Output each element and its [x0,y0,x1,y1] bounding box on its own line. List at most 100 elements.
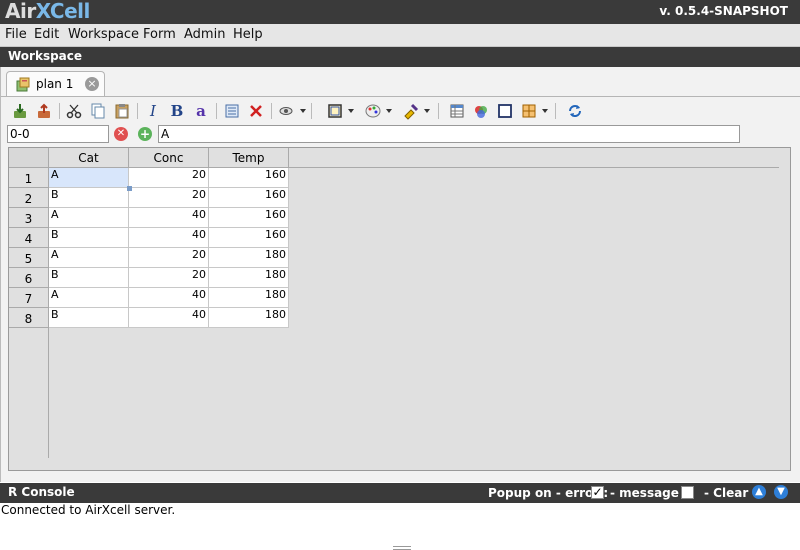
table-cell[interactable]: 20 [129,188,209,208]
table-icon[interactable] [448,102,466,120]
fill-color-icon[interactable] [402,102,420,120]
tab-plan-1[interactable]: plan 1 × [6,71,105,97]
console-bar: R Console Popup on - error : ✓ - message… [0,483,800,503]
row-header[interactable]: 1 [9,168,49,188]
bold-icon[interactable]: B [168,102,186,120]
table-cell[interactable]: 20 [129,268,209,288]
cell-reference-input[interactable]: 0-0 [7,125,109,143]
list-icon[interactable] [223,102,241,120]
font-color-icon[interactable]: a [192,102,210,120]
delete-icon[interactable] [247,102,265,120]
table-cell[interactable]: A [49,288,129,308]
menu-file[interactable]: File [5,27,27,42]
export-icon[interactable] [35,102,53,120]
chevron-down-icon[interactable] [300,109,306,113]
menu-bar: File Edit Workspace Form Admin Help [0,24,800,47]
import-icon[interactable] [11,102,29,120]
table-cell[interactable]: 180 [209,288,289,308]
table-cell[interactable]: 180 [209,308,289,328]
table-cell[interactable]: 160 [209,188,289,208]
table-cell[interactable]: 40 [129,288,209,308]
toolbar-separator [216,103,217,119]
border-icon[interactable] [326,102,344,120]
workspace-header: Workspace [0,47,800,67]
popup-message-label: - message : [610,486,688,500]
toolbar-separator [555,103,556,119]
cut-icon[interactable] [65,102,83,120]
workspace-title: Workspace [8,49,83,63]
arrow-down-icon[interactable]: ▼ [774,485,788,499]
title-bar: AirXCell v. 0.5.4-SNAPSHOT [0,0,800,24]
accept-edit-icon[interactable]: + [138,127,152,141]
table-cell[interactable]: 180 [209,268,289,288]
view-icon[interactable] [278,102,296,120]
menu-help[interactable]: Help [233,27,263,42]
toolbar-separator [438,103,439,119]
popup-error-checkbox[interactable]: ✓ [591,486,604,499]
close-icon[interactable]: × [85,77,99,91]
chevron-down-icon[interactable] [348,109,354,113]
menu-workspace[interactable]: Workspace [68,27,139,42]
app-logo: AirXCell [5,0,90,23]
table-cell[interactable]: 160 [209,208,289,228]
chart-icon[interactable] [472,102,490,120]
toolbar-separator [59,103,60,119]
toolbar-separator [311,103,312,119]
table-cell[interactable]: B [49,228,129,248]
row-header[interactable]: 2 [9,188,49,208]
chevron-down-icon[interactable] [386,109,392,113]
table-cell[interactable]: 40 [129,208,209,228]
table-cell[interactable]: A [49,168,129,188]
popup-message-checkbox[interactable] [681,486,694,499]
row-header[interactable]: 7 [9,288,49,308]
workspace-panel: plan 1 × I B a 0-0 ✕ + A Cat Conc Temp 1… [0,67,800,550]
table-cell[interactable]: A [49,208,129,228]
table-cell[interactable]: 40 [129,308,209,328]
formula-input[interactable]: A [158,125,740,143]
grid-corner[interactable] [9,148,49,168]
paste-icon[interactable] [113,102,131,120]
menu-admin[interactable]: Admin [184,27,225,42]
fill-handle[interactable] [127,186,132,191]
menu-form[interactable]: Form [143,27,176,42]
column-header-temp[interactable]: Temp [209,148,289,168]
table-cell[interactable]: B [49,308,129,328]
copy-icon[interactable] [89,102,107,120]
clear-button[interactable]: - Clear [704,486,748,500]
table-cell[interactable]: 20 [129,168,209,188]
spreadsheet-icon [15,77,31,96]
table-cell[interactable]: 20 [129,248,209,268]
chevron-down-icon[interactable] [542,109,548,113]
arrow-up-icon[interactable]: ▲ [752,485,766,499]
frame-icon[interactable] [496,102,514,120]
spreadsheet-grid: Cat Conc Temp 1 A 20 160 2 B 20 160 3 A 40 160 4 B 40 1… [8,147,791,471]
row-header[interactable]: 3 [9,208,49,228]
toolbar-separator [137,103,138,119]
table-cell[interactable]: B [49,188,129,208]
menu-edit[interactable]: Edit [34,27,59,42]
column-header-cat[interactable]: Cat [49,148,129,168]
italic-icon[interactable]: I [144,102,162,120]
row-header[interactable]: 8 [9,308,49,328]
toolbar-separator [271,103,272,119]
row-header[interactable]: 4 [9,228,49,248]
chevron-down-icon[interactable] [424,109,430,113]
table-cell[interactable]: 160 [209,228,289,248]
color-palette-icon[interactable] [364,102,382,120]
table-cell[interactable]: B [49,268,129,288]
row-header[interactable]: 5 [9,248,49,268]
tab-divider [1,96,800,97]
formula-bar: 0-0 ✕ + A [7,125,747,145]
table-cell[interactable]: A [49,248,129,268]
version-label: v. 0.5.4-SNAPSHOT [659,4,788,18]
refresh-icon[interactable] [566,102,584,120]
table-cell[interactable]: 180 [209,248,289,268]
table-cell[interactable]: 160 [209,168,289,188]
grid-layout-icon[interactable] [520,102,538,120]
column-header-conc[interactable]: Conc [129,148,209,168]
cancel-edit-icon[interactable]: ✕ [114,127,128,141]
row-header[interactable]: 6 [9,268,49,288]
console-title: R Console [8,485,75,499]
table-cell[interactable]: 40 [129,228,209,248]
panel-resize-handle[interactable] [393,546,411,550]
